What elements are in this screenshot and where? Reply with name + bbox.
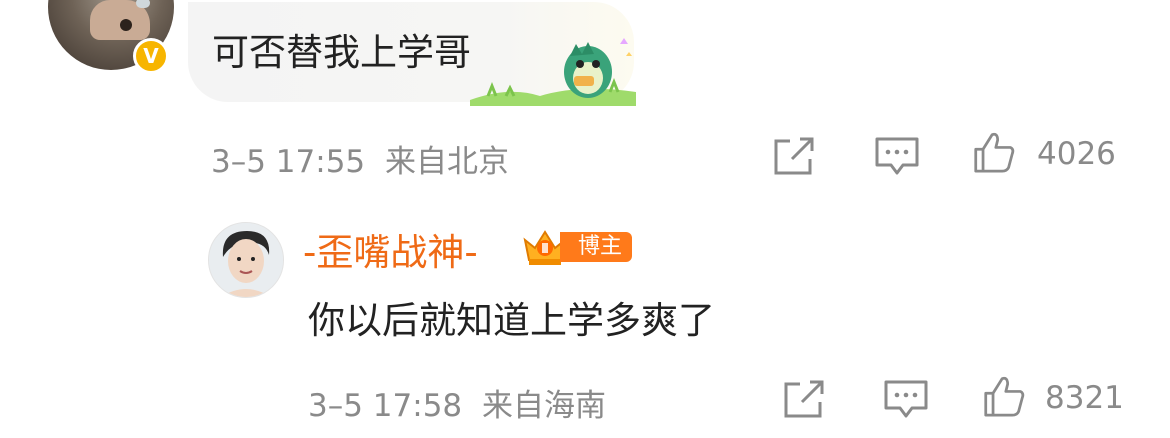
comment-meta: 3–5 17:58 来自海南 (308, 380, 606, 425)
dinosaur-sticker (470, 38, 636, 106)
username[interactable]: -歪嘴战神- (303, 222, 478, 276)
location: 来自北京 (385, 144, 509, 180)
comment-meta: 3–5 17:55 来自北京 (211, 136, 509, 181)
comment-icon[interactable] (882, 378, 930, 420)
like-count: 4026 (1037, 136, 1116, 172)
timestamp: 3–5 17:58 (308, 388, 463, 424)
share-icon[interactable] (770, 135, 818, 177)
comment-icon[interactable] (873, 135, 921, 177)
timestamp: 3–5 17:55 (211, 144, 366, 180)
comment-text: 可否替我上学哥 (212, 31, 471, 74)
verified-badge: V (133, 38, 169, 74)
comment-text: 你以后就知道上学多爽了 (308, 299, 715, 342)
like-icon[interactable] (970, 131, 1018, 173)
blogger-badge: 博主 (560, 232, 633, 262)
location: 来自海南 (482, 388, 606, 424)
like-icon[interactable] (980, 375, 1028, 417)
avatar[interactable] (208, 222, 284, 298)
like-count: 8321 (1045, 380, 1124, 416)
share-icon[interactable] (780, 378, 828, 420)
